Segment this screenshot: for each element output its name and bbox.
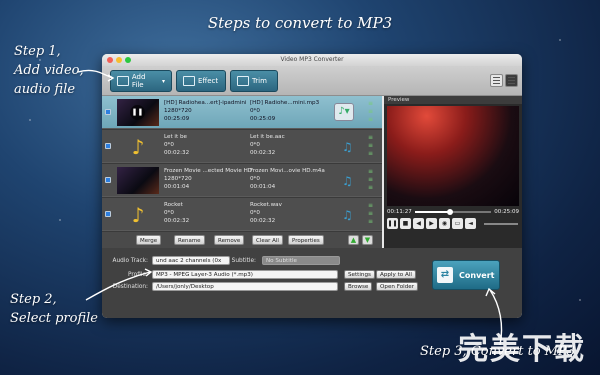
site-watermark: 完美下载	[458, 332, 586, 367]
annotation-arrows	[77, 69, 503, 346]
step2-arrow	[85, 271, 151, 301]
step1-arrow	[77, 69, 113, 79]
